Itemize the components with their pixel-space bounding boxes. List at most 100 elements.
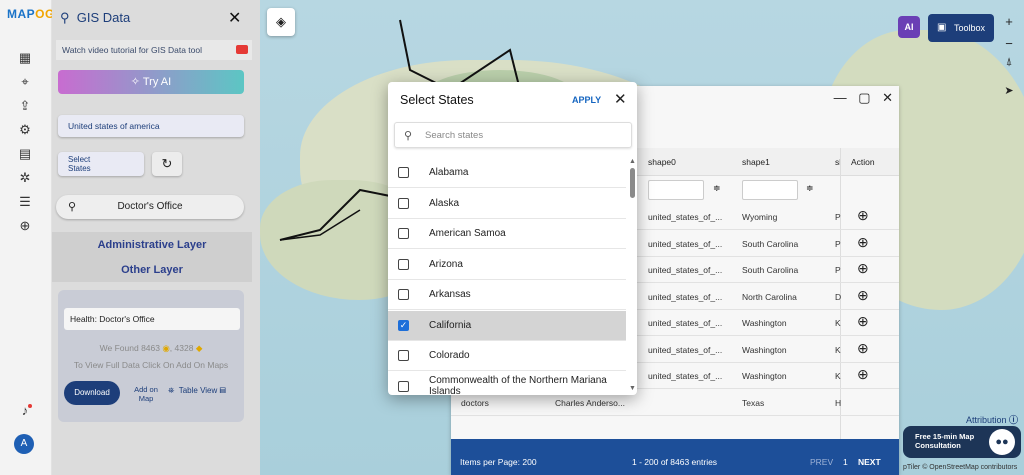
state-option[interactable]: Alabama [388, 158, 626, 188]
reset-button[interactable]: ↻ [152, 152, 182, 176]
gis-icon: ⚲ [60, 10, 70, 25]
checkbox[interactable] [398, 350, 409, 361]
map-icon[interactable]: ▦ [17, 50, 33, 66]
filter-icon[interactable]: ≑ [713, 183, 721, 194]
category-label: Health: Doctor's Office [64, 308, 240, 330]
select-states-button[interactable]: Select States [58, 152, 144, 176]
state-label: Arizona [429, 258, 463, 270]
attribution-link[interactable]: Attribution ⓘ [966, 413, 1018, 426]
table-cell: united_states_of_... [648, 212, 723, 222]
tools-icon[interactable]: ⚙ [17, 122, 33, 138]
add-on-map-button[interactable]: Add on Map [132, 385, 160, 403]
table-cell: D [835, 291, 842, 302]
window-controls[interactable]: — ▢ ✕ [834, 90, 897, 106]
layers-button[interactable]: ◈ [267, 8, 295, 36]
checkbox[interactable] [398, 289, 409, 300]
panel-close-icon[interactable]: ✕ [228, 8, 241, 28]
zoom-to-icon[interactable]: ⊕ [857, 207, 869, 224]
left-rail: MAPOG ▦ ⌖ ⇪ ⚙ ▤ ✲ ☰ ⊕ ♪ A [0, 0, 55, 475]
apply-button[interactable]: APPLY [572, 95, 601, 105]
country-select[interactable]: United states of america [58, 115, 244, 137]
scroll-up-icon[interactable]: ▲ [629, 158, 636, 165]
zoom-to-icon[interactable]: ⊕ [857, 313, 869, 330]
table-cell: Wyoming [742, 212, 778, 222]
download-button[interactable]: Download [64, 381, 120, 405]
mapog-logo: MAPOG [7, 7, 55, 21]
upload-file-icon[interactable]: ⇪ [17, 98, 33, 114]
location-pin-icon[interactable]: ⌖ [17, 74, 33, 90]
state-label: Alabama [429, 167, 469, 178]
toolbox-button[interactable]: ▣ Toolbox [928, 14, 994, 42]
table-cell: K [835, 344, 841, 355]
select-states-label-2: States [68, 164, 91, 173]
zoom-to-icon[interactable]: ⊕ [857, 340, 869, 357]
state-option[interactable]: American Samoa [388, 219, 626, 249]
share-icon[interactable]: ⊕ [17, 218, 33, 234]
map-pin-icon: ⛯ [168, 386, 175, 395]
try-ai-button[interactable]: ✧ Try AI [58, 70, 244, 94]
state-option[interactable]: ✓ California [388, 310, 626, 341]
consultation-button[interactable]: Free 15-min Map Consultation ●● [903, 426, 1021, 458]
entries-range: 1 - 200 of 8463 entries [632, 457, 718, 467]
search-icon: ⚲ [68, 201, 77, 213]
select-states-dialog: Select States APPLY ✕ ⚲ Alabama Alaska Ame… [388, 82, 637, 395]
checkbox[interactable] [398, 258, 409, 270]
compass-icon[interactable]: ⍋ [998, 56, 1020, 69]
filter-icon[interactable]: ≑ [806, 183, 814, 194]
filter-input[interactable] [742, 180, 798, 200]
locate-icon[interactable]: ➤ [998, 84, 1020, 97]
checkbox[interactable]: ✓ [398, 319, 409, 331]
checkbox[interactable] [398, 380, 409, 392]
state-option[interactable]: Colorado [388, 341, 626, 371]
gis-data-icon[interactable]: ▤ [17, 146, 33, 162]
table-cell: united_states_of_... [648, 238, 723, 249]
table-cell: united_states_of_... [648, 344, 723, 355]
table-cell: North Carolina [742, 291, 797, 302]
found-count: We Found 8463 ◉, 4328 ◆ [99, 343, 203, 353]
state-option[interactable]: Arkansas [388, 280, 626, 310]
table-view-button[interactable]: ⛯ Table View ▤ [168, 386, 226, 396]
filter-input[interactable] [648, 180, 704, 200]
scroll-thumb[interactable] [630, 168, 635, 198]
table-cell: P [835, 265, 841, 275]
zoom-in-button[interactable]: + [998, 14, 1020, 29]
zoom-to-icon[interactable]: ⊕ [857, 260, 869, 277]
table-cell: united_states_of_... [648, 371, 723, 381]
items-per-page[interactable]: Items per Page: 200 [460, 457, 537, 467]
state-label: Commonwealth of the Northern Mariana Isl… [429, 374, 607, 396]
list-scrollbar[interactable]: ▲ ▼ [628, 158, 637, 395]
settings-icon[interactable]: ✲ [17, 170, 33, 186]
state-label: American Samoa [429, 228, 506, 239]
state-option[interactable]: Commonwealth of the Northern Mariana Isl… [388, 372, 626, 396]
category-search-field[interactable]: ⚲ Doctor's Office [56, 195, 244, 219]
checkbox[interactable] [398, 228, 409, 239]
chat-icon[interactable]: ●● [989, 429, 1015, 455]
table-cell: South Carolina [742, 265, 799, 275]
administrative-layer-button[interactable]: Administrative Layer [52, 239, 252, 251]
next-button[interactable]: NEXT [858, 457, 881, 467]
zoom-to-icon[interactable]: ⊕ [857, 366, 869, 383]
checkbox[interactable] [398, 167, 409, 178]
zoom-to-icon[interactable]: ⊕ [857, 234, 869, 251]
panel-title: ⚲ GIS Data [60, 10, 131, 25]
state-option[interactable]: Alaska [388, 189, 626, 219]
checkbox[interactable] [398, 197, 409, 209]
page-number: 1 [843, 457, 848, 467]
ai-badge-label: AI [904, 22, 914, 32]
ai-assistant-button[interactable]: AI [898, 16, 920, 38]
col-header-shape0[interactable]: shape0 [648, 157, 676, 167]
zoom-out-button[interactable]: − [998, 36, 1020, 51]
scroll-down-icon[interactable]: ▼ [629, 385, 636, 392]
state-label: Arkansas [429, 289, 471, 300]
reports-icon[interactable]: ☰ [17, 194, 33, 210]
state-search-input[interactable] [425, 128, 625, 143]
zoom-to-icon[interactable]: ⊕ [857, 287, 869, 304]
col-header-shape1[interactable]: shape1 [742, 157, 770, 167]
table-cell: united_states_of_... [648, 265, 723, 275]
other-layer-button[interactable]: Other Layer [52, 264, 252, 276]
video-tutorial-link[interactable]: Watch video tutorial for GIS Data tool [56, 40, 252, 60]
prev-button[interactable]: PREV [810, 457, 833, 467]
avatar[interactable]: A [14, 434, 34, 454]
state-option[interactable]: Arizona [388, 250, 626, 280]
close-icon[interactable]: ✕ [614, 90, 627, 108]
